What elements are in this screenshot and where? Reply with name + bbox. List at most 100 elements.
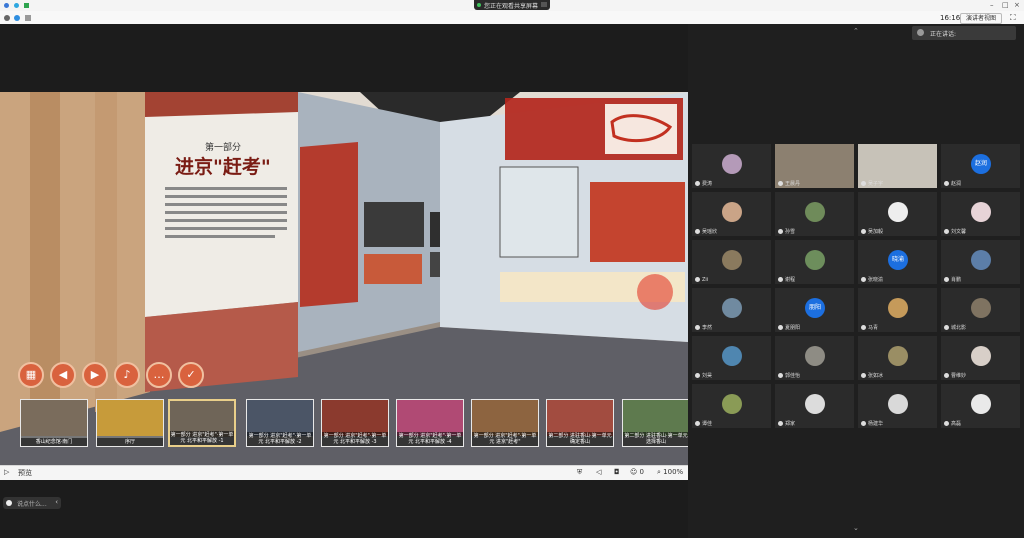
participant-name-text: 李然 (702, 325, 713, 331)
user-icon (778, 325, 783, 330)
participant-tile[interactable]: 吴加毅 (858, 192, 937, 236)
zoom-level[interactable]: ⌕ 100% (657, 468, 683, 477)
participant-avatar (888, 202, 908, 222)
participant-tile[interactable]: 城北影 (941, 288, 1020, 332)
comment-button[interactable]: … (146, 362, 172, 388)
scene-thumbnail[interactable]: 香山纪念馆·南门 (20, 399, 88, 447)
participant-tile[interactable]: 刘文馨 (941, 192, 1020, 236)
check-in-button[interactable]: ✓ (178, 362, 204, 388)
participant-name: 吴子宇 (861, 180, 883, 187)
participant-tile[interactable]: 李然 (692, 288, 771, 332)
user-icon (695, 421, 700, 426)
thumbnail-caption: 第一部分 进京"赶考"·第一单元 进京"赶考" (472, 432, 538, 446)
participant-tile[interactable]: 晓渝张晓渝 (858, 240, 937, 284)
fullscreen-icon[interactable]: ⛶ (1010, 13, 1016, 23)
scene-thumbnail[interactable]: 序厅 (96, 399, 164, 447)
stats-icon[interactable] (25, 15, 31, 21)
participant-tile[interactable]: 张如冰 (858, 336, 937, 380)
user-icon (778, 421, 783, 426)
participant-tile[interactable]: 郭佳怡 (775, 336, 854, 380)
camera-icon[interactable]: ◘ (614, 468, 620, 476)
participant-tile[interactable]: 刘昊 (692, 336, 771, 380)
thumbnail-image (97, 400, 163, 436)
scene-thumbnail[interactable]: 第一部分 进京"赶考"·第一单元 北平和平解放 -3 (321, 399, 389, 447)
thumbnail-caption: 第一部分 进京"赶考"·第一单元 北平和平解放 -4 (397, 432, 463, 446)
participant-avatar (888, 298, 908, 318)
participant-tile[interactable]: 高磊 (941, 384, 1020, 428)
thumbnail-image (322, 400, 388, 436)
sound-toggle-button[interactable]: ♪ (114, 362, 140, 388)
share-menu-icon[interactable] (541, 2, 547, 7)
participant-tile[interactable]: 吴瑶欣 (692, 192, 771, 236)
security-icon[interactable] (14, 15, 20, 21)
scene-thumbnail[interactable]: 第一部分 进京"赶考"·第一单元 北平和平解放 -4 (396, 399, 464, 447)
chat-collapse-icon[interactable]: ‹ (55, 498, 58, 506)
participant-tile[interactable]: 曹维妙 (941, 336, 1020, 380)
participant-avatar (805, 250, 825, 270)
participant-avatar (805, 202, 825, 222)
participant-tile[interactable]: 谢程 (775, 240, 854, 284)
scene-thumbnail[interactable]: 第一部分 进京"赶考"·第一单元 进京"赶考" (471, 399, 539, 447)
close-icon[interactable]: × (1014, 1, 1020, 9)
participant-tile[interactable]: 吴子宇 (858, 144, 937, 188)
screen-share-banner[interactable]: 您正在观看共享屏幕 (474, 0, 550, 10)
scroll-down-icon[interactable]: ⌄ (853, 524, 859, 532)
signal-icon (24, 3, 29, 8)
scene-thumbnail[interactable]: 第二部分 进驻香山·第一单元 确定香山 (546, 399, 614, 447)
chat-placeholder: 说点什么... (17, 501, 47, 508)
user-icon (778, 277, 783, 282)
participant-name: 费涛 (695, 180, 712, 187)
participant-avatar: 晓渝 (888, 250, 908, 270)
participant-name: 王晨丹 (778, 180, 800, 187)
next-scene-button[interactable]: ▶ (82, 362, 108, 388)
participant-name: 杨建华 (861, 420, 883, 427)
info-icon[interactable] (4, 15, 10, 21)
participant-name: 郭佳怡 (778, 372, 800, 379)
chat-input[interactable]: 说点什么... ‹ (3, 497, 61, 509)
scene-thumbnail[interactable]: 第一部分 进京"赶考"·第一单元 北平和平解放 -1 (168, 399, 236, 447)
participant-name: 高磊 (944, 420, 961, 427)
participant-tile[interactable]: 孙雪 (775, 192, 854, 236)
participant-tile[interactable]: 王晨丹 (775, 144, 854, 188)
shield-icon[interactable]: ⛨ (577, 468, 582, 477)
participant-tile[interactable]: 马青 (858, 288, 937, 332)
thumbnail-image (472, 400, 538, 436)
scroll-up-icon[interactable]: ⌃ (853, 27, 859, 35)
participant-name: 张晓渝 (861, 276, 883, 283)
participant-name-text: 刘昊 (702, 373, 713, 379)
scene-thumbnail[interactable]: 第一部分 进京"赶考"·第一单元 北平和平解放 -2 (246, 399, 314, 447)
participant-name-text: 夏朋阳 (785, 325, 801, 331)
user-icon (861, 277, 866, 282)
play-icon[interactable]: ▷ (4, 468, 9, 476)
participant-name: 吴加毅 (861, 228, 883, 235)
user-icon (944, 181, 949, 186)
minimize-icon[interactable]: – (990, 1, 994, 9)
participant-tile[interactable]: 谭佳 (692, 384, 771, 428)
participant-name-text: 张晓渝 (868, 277, 884, 283)
participant-name: 张如冰 (861, 372, 883, 379)
participant-tile[interactable]: Zii (692, 240, 771, 284)
previous-scene-button[interactable]: ◀ (50, 362, 76, 388)
thumbnail-grid-button[interactable]: ▦ (18, 362, 44, 388)
thumbnail-image (397, 400, 463, 436)
participant-name-text: 杨建华 (868, 421, 884, 427)
participant-tile[interactable]: 朋阳 夏朋阳 (775, 288, 854, 332)
participant-tile[interactable]: 肖鹏 (941, 240, 1020, 284)
participant-name: 城北影 (944, 324, 966, 331)
user-icon (861, 325, 866, 330)
participant-tile[interactable]: 费涛 (692, 144, 771, 188)
participant-tile[interactable]: 郑家 (775, 384, 854, 428)
participant-name: 曹维妙 (944, 372, 966, 379)
user-icon (944, 373, 949, 378)
speaker-view-button[interactable]: 演讲者视图 (960, 13, 1002, 24)
participant-tile[interactable]: 赵润 赵润 (941, 144, 1020, 188)
participant-name: 夏朋阳 (778, 324, 800, 331)
volume-icon[interactable]: ◁ (596, 468, 601, 476)
scene-thumbnail[interactable]: 第二部分 进驻香山·第一单元 选择香山 (622, 399, 690, 447)
user-icon (861, 373, 866, 378)
participant-tile[interactable]: 杨建华 (858, 384, 937, 428)
maximize-icon[interactable]: □ (1002, 1, 1009, 9)
participant-name-text: 肖鹏 (951, 277, 962, 283)
participant-name: 郑家 (778, 420, 795, 427)
user-icon (944, 229, 949, 234)
